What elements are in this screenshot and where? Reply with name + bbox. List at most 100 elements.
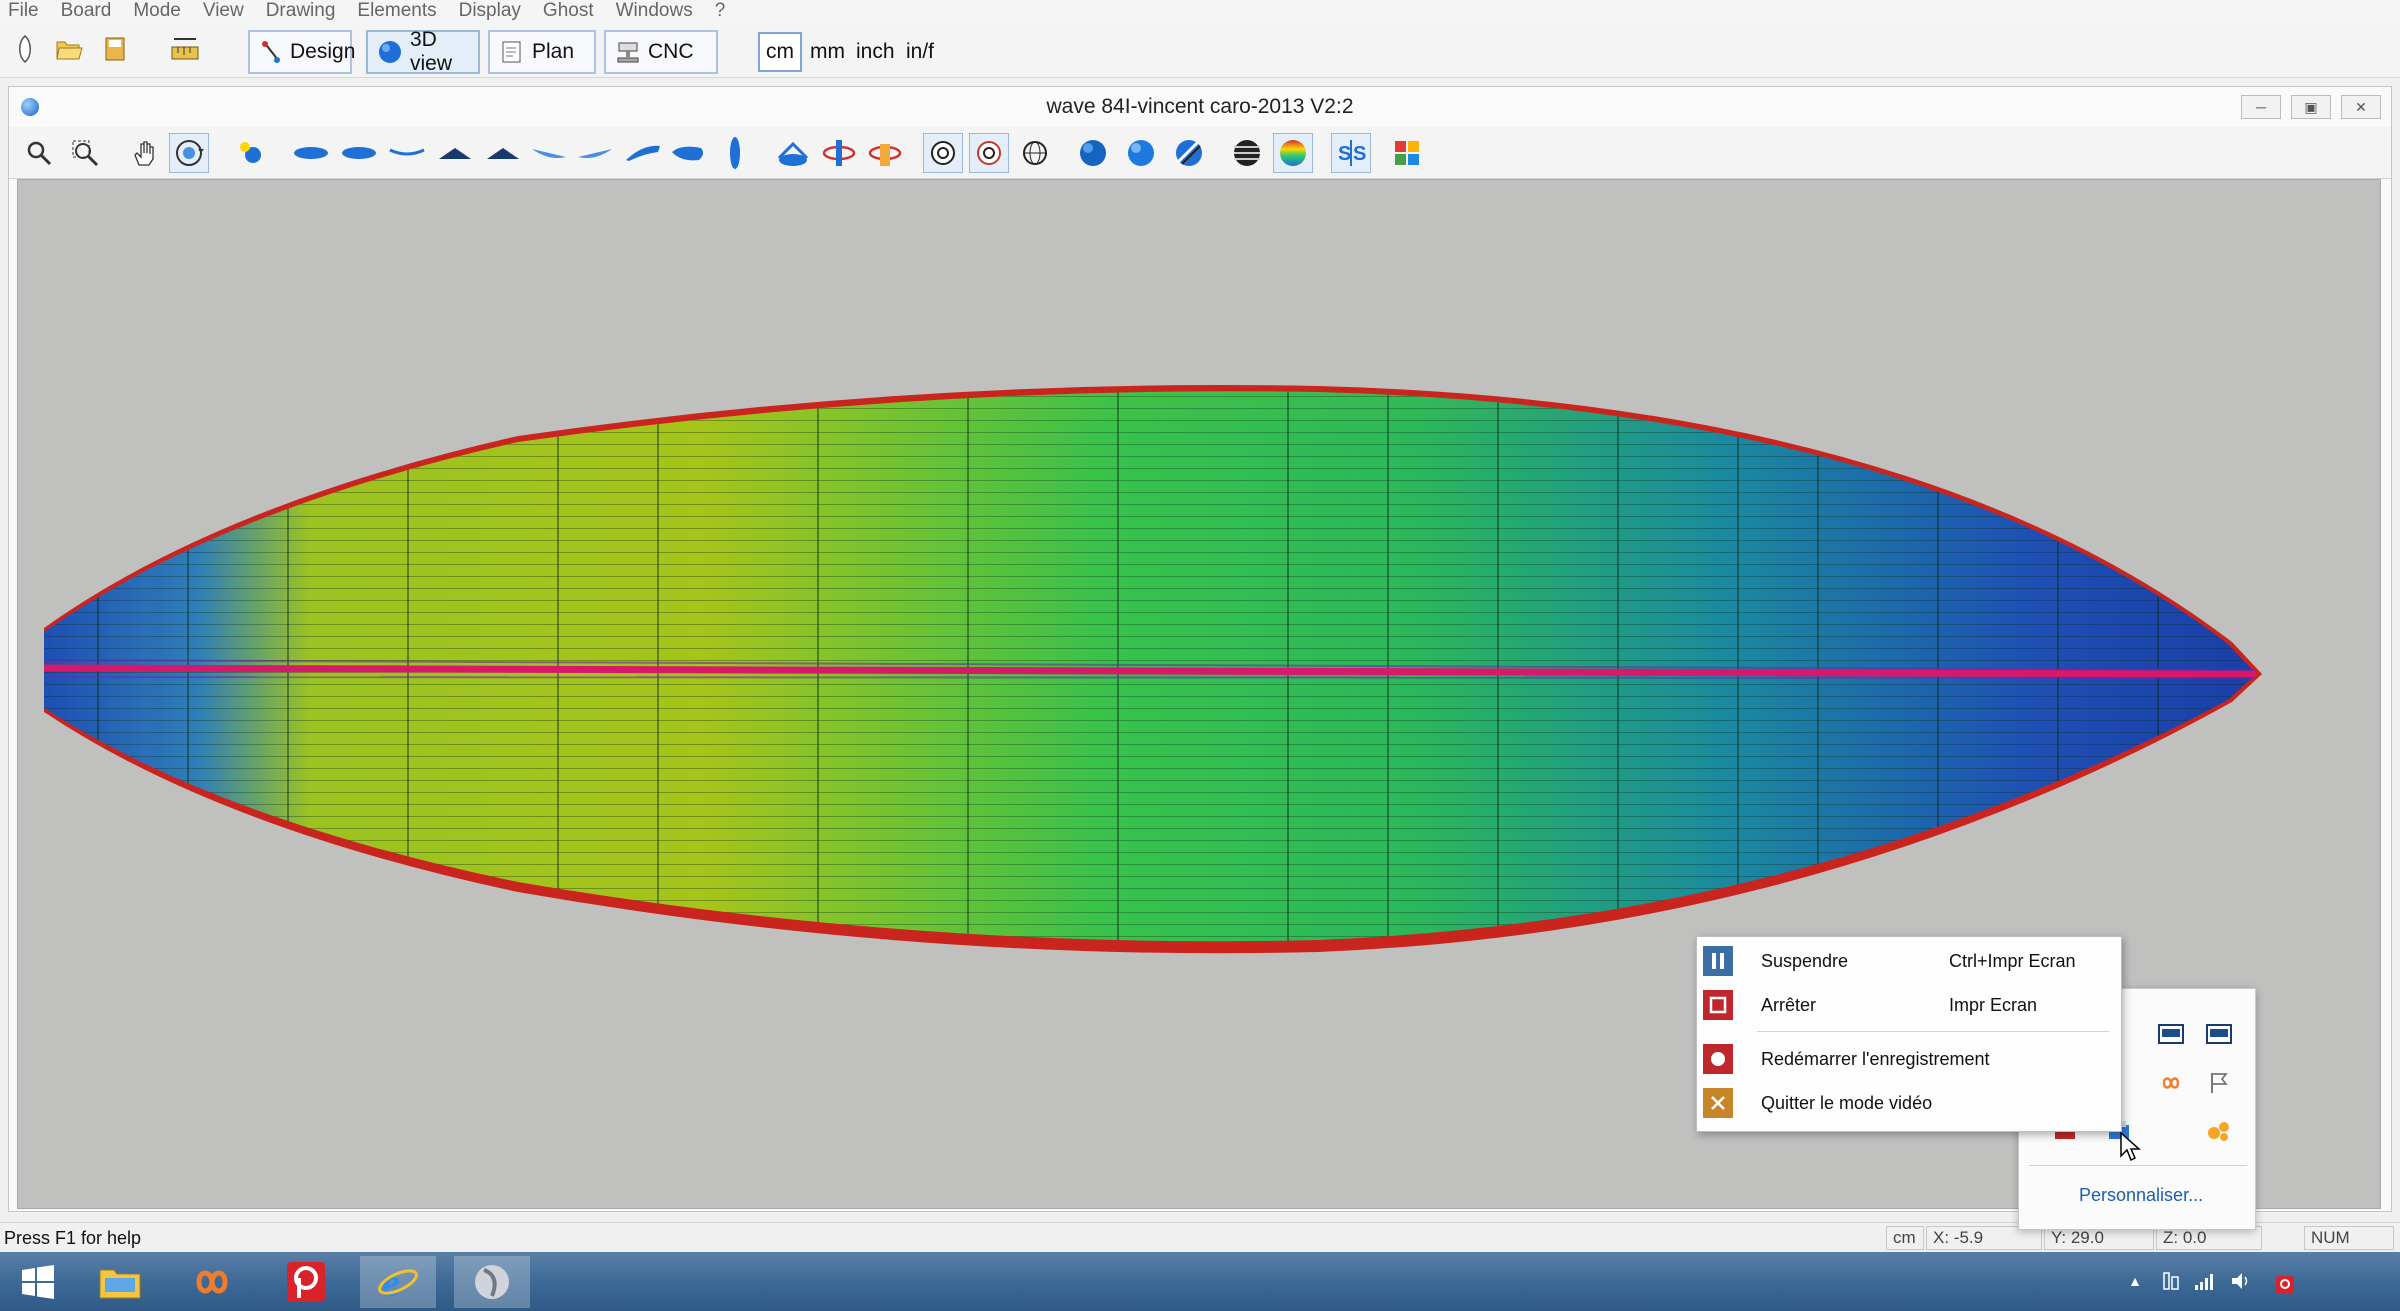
- unit-cm-button[interactable]: cm: [758, 32, 802, 72]
- network-device-icon[interactable]: [2160, 1270, 2182, 1292]
- menu-bar: File Board Mode View Drawing Elements Di…: [0, 0, 2400, 22]
- record-icon: [1701, 1042, 1735, 1076]
- curvature-map-icon[interactable]: [1273, 133, 1313, 173]
- start-button[interactable]: [0, 1256, 76, 1308]
- mode-plan-button[interactable]: Plan: [488, 30, 596, 74]
- view-top-icon[interactable]: [773, 133, 813, 173]
- board-bottom-icon[interactable]: [339, 133, 379, 173]
- menu-item-restart-recording-label: Redémarrer l'enregistrement: [1761, 1048, 1990, 1069]
- wireframe-icon[interactable]: [1015, 133, 1055, 173]
- status-num-lock: NUM: [2304, 1226, 2394, 1250]
- flag-tray-icon[interactable]: [2203, 1067, 2235, 1099]
- signal-strength-icon[interactable]: [2194, 1270, 2216, 1292]
- rail-icon[interactable]: [529, 133, 569, 173]
- zoom-icon[interactable]: [19, 133, 59, 173]
- screenpresso-taskbar-button[interactable]: [268, 1256, 344, 1308]
- open-folder-icon[interactable]: [54, 34, 84, 64]
- menu-ghost[interactable]: Ghost: [543, 0, 594, 22]
- light-icon[interactable]: [231, 133, 271, 173]
- plan-icon: [500, 40, 524, 64]
- windows-taskbar: e ▲: [0, 1252, 2400, 1311]
- section-icon[interactable]: [435, 133, 475, 173]
- shaded-sphere-icon[interactable]: [1073, 133, 1113, 173]
- infinity-tray-icon[interactable]: [2155, 1067, 2187, 1099]
- rotate-icon[interactable]: [169, 133, 209, 173]
- menu-item-quit-video-mode[interactable]: Quitter le mode vidéo: [1697, 1083, 2121, 1123]
- nose-icon[interactable]: [669, 133, 709, 173]
- color-palette-icon[interactable]: [1387, 133, 1427, 173]
- new-board-icon[interactable]: [10, 34, 40, 64]
- menu-windows[interactable]: Windows: [616, 0, 693, 22]
- menu-elements[interactable]: Elements: [357, 0, 436, 22]
- menu-item-restart-recording[interactable]: Redémarrer l'enregistrement: [1697, 1039, 2121, 1079]
- rocker-icon[interactable]: [387, 133, 427, 173]
- board-top-icon[interactable]: [291, 133, 331, 173]
- mode-design-label: Design: [290, 40, 356, 63]
- file-explorer-taskbar-button[interactable]: [82, 1256, 158, 1308]
- menu-separator: [1757, 1031, 2109, 1032]
- monitor-tray-icon[interactable]: [2155, 1019, 2187, 1051]
- zoom-window-icon[interactable]: [65, 133, 105, 173]
- mode-design-button[interactable]: Design: [248, 30, 356, 74]
- internet-explorer-taskbar-button[interactable]: e: [360, 1256, 436, 1308]
- outline-icon[interactable]: [923, 133, 963, 173]
- rail2-icon[interactable]: [575, 133, 615, 173]
- rotate-y-icon[interactable]: [865, 133, 905, 173]
- shape3d-taskbar-button[interactable]: [454, 1256, 530, 1308]
- mode-3d-view-button[interactable]: 3D view: [366, 28, 480, 75]
- mouse-cursor-icon: [2120, 1132, 2141, 1162]
- rotate-x-icon[interactable]: [819, 133, 859, 173]
- svg-text:S: S: [1338, 143, 1351, 165]
- volume-icon[interactable]: [2230, 1270, 2252, 1292]
- pause-icon: [1701, 944, 1735, 978]
- menu-view[interactable]: View: [203, 0, 244, 22]
- menu-file[interactable]: File: [8, 0, 39, 22]
- close-icon: [1701, 1086, 1735, 1120]
- texture-icon[interactable]: [1169, 133, 1209, 173]
- mode-plan-label: Plan: [532, 40, 575, 63]
- menu-display[interactable]: Display: [459, 0, 521, 22]
- measure-icon[interactable]: [170, 34, 200, 64]
- unit-inch-button[interactable]: inch: [850, 32, 901, 72]
- unit-inf-button[interactable]: in/f: [900, 32, 940, 72]
- mode-cnc-label: CNC: [648, 40, 694, 63]
- unit-mm-button[interactable]: mm: [804, 32, 851, 72]
- section2-icon[interactable]: [483, 133, 523, 173]
- window-titlebar: wave 84I-vincent caro-2013 V2:2 ─ ▣ ✕: [9, 87, 2391, 127]
- fin-icon[interactable]: [715, 133, 755, 173]
- pan-hand-icon[interactable]: [125, 133, 165, 173]
- video-recording-context-menu: Suspendre Ctrl+Impr Ecran Arrêter Impr E…: [1696, 936, 2122, 1132]
- menu-item-quit-video-mode-label: Quitter le mode vidéo: [1761, 1092, 1933, 1113]
- app-icon: [21, 98, 39, 116]
- infinity-icon: [196, 1270, 228, 1294]
- maximize-button[interactable]: ▣: [2291, 95, 2331, 119]
- status-help-text: Press F1 for help: [4, 1228, 142, 1248]
- mode-cnc-button[interactable]: CNC: [604, 30, 718, 74]
- menu-board[interactable]: Board: [61, 0, 112, 22]
- infinity-app-taskbar-button[interactable]: [174, 1256, 250, 1308]
- close-button[interactable]: ✕: [2341, 95, 2381, 119]
- internet-explorer-icon: e: [378, 1260, 418, 1304]
- folder-icon: [99, 1269, 141, 1299]
- show-hidden-icons-chevron-icon[interactable]: ▲: [2124, 1270, 2146, 1292]
- window-title: wave 84I-vincent caro-2013 V2:2: [1046, 95, 1354, 118]
- screenpresso-watermark-icon: [2274, 1274, 2296, 1296]
- menu-help[interactable]: ?: [715, 0, 726, 22]
- menu-mode[interactable]: Mode: [133, 0, 181, 22]
- customize-link[interactable]: Personnaliser...: [2079, 1185, 2203, 1206]
- shaded-outline-icon[interactable]: [969, 133, 1009, 173]
- sync-tray-icon[interactable]: [2203, 1115, 2235, 1147]
- flyout-separator: [2029, 1165, 2247, 1166]
- stripes-icon[interactable]: [1227, 133, 1267, 173]
- menu-item-stop[interactable]: Arrêter Impr Ecran: [1697, 985, 2121, 1025]
- smooth-sphere-icon[interactable]: [1121, 133, 1161, 173]
- svg-text:S: S: [1353, 143, 1366, 165]
- minimize-button[interactable]: ─: [2241, 95, 2281, 119]
- tail-icon[interactable]: [623, 133, 663, 173]
- menu-item-suspend[interactable]: Suspendre Ctrl+Impr Ecran: [1697, 941, 2121, 981]
- view-toolbar: SS: [9, 127, 2391, 179]
- save-icon[interactable]: [100, 34, 130, 64]
- symmetry-icon[interactable]: SS: [1331, 133, 1371, 173]
- menu-drawing[interactable]: Drawing: [266, 0, 336, 22]
- display-tray-icon[interactable]: [2203, 1019, 2235, 1051]
